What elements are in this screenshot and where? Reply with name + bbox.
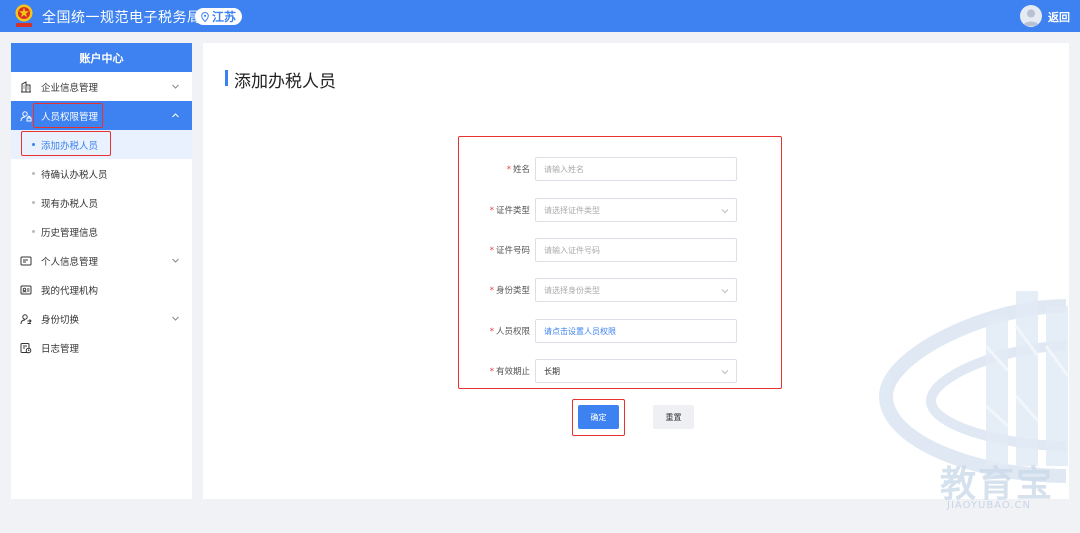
building-icon: [21, 81, 31, 93]
form-row-id-type: * 证件类型 请选择证件类型: [458, 198, 738, 222]
id-type-label-text: 证件类型: [495, 206, 530, 216]
sidebar-item-identity-switch[interactable]: 身份切换: [11, 304, 192, 333]
sidebar-subitem-label: 添加办税人员: [41, 140, 99, 152]
permission-setter[interactable]: 请点击设置人员权限: [535, 319, 737, 343]
expiry-label-text: 有效期止: [495, 367, 530, 377]
required-mark: *: [506, 165, 511, 175]
form-row-identity-type: * 身份类型 请选择身份类型: [458, 278, 738, 302]
watermark-domain: JIAOYUBAO.CN: [947, 500, 1031, 511]
form-row-permission: * 人员权限 请点击设置人员权限: [458, 319, 738, 343]
sidebar-subitem-current-tax-staff[interactable]: 现有办税人员: [11, 188, 192, 217]
required-mark: *: [489, 286, 494, 296]
name-input[interactable]: 请输入姓名: [535, 157, 737, 181]
location-pin-icon: [201, 11, 209, 22]
bullet-dot: [32, 201, 35, 204]
required-mark: *: [489, 246, 494, 256]
sidebar-subitem-history[interactable]: 历史管理信息: [11, 217, 192, 246]
page-title: 添加办税人员: [234, 72, 336, 92]
sidebar-subitem-add-tax-staff[interactable]: 添加办税人员: [11, 130, 192, 159]
required-mark: *: [489, 206, 494, 216]
identity-type-label-text: 身份类型: [495, 286, 530, 296]
sidebar-subitem-label: 待确认办税人员: [41, 169, 108, 181]
bullet-dot: [32, 172, 35, 175]
required-mark: *: [489, 367, 494, 377]
id-number-input[interactable]: 请输入证件号码: [535, 238, 737, 262]
identity-type-select[interactable]: 请选择身份类型: [535, 278, 737, 302]
chevron-down-icon: [721, 370, 729, 375]
name-label-text: 姓名: [512, 165, 530, 175]
user-lock-icon: [20, 111, 32, 122]
chevron-down-icon: [721, 209, 729, 214]
log-icon: [20, 343, 32, 354]
agency-icon: [20, 285, 32, 295]
sidebar-item-enterprise-info[interactable]: 企业信息管理: [11, 72, 192, 101]
id-type-label: * 证件类型: [458, 204, 530, 216]
chevron-up-icon: [172, 113, 179, 118]
bullet-dot: [32, 143, 35, 146]
sidebar-item-label: 日志管理: [41, 343, 80, 355]
expiry-label: * 有效期止: [458, 365, 530, 377]
form-row-expiry: * 有效期止 长期: [458, 359, 738, 383]
expiry-value: 长期: [544, 366, 560, 376]
name-placeholder: 请输入姓名: [544, 164, 584, 174]
region-label: 江苏: [212, 10, 237, 24]
sidebar-item-personnel-permission[interactable]: 人员权限管理: [11, 101, 192, 130]
sidebar-item-label: 企业信息管理: [41, 82, 99, 94]
user-avatar[interactable]: [1020, 5, 1042, 27]
sidebar-item-label: 人员权限管理: [41, 111, 99, 123]
permission-link-text: 请点击设置人员权限: [544, 326, 616, 336]
name-label: * 姓名: [458, 163, 530, 175]
top-header: 全国统一规范电子税务局 江苏 返回: [0, 0, 1080, 32]
switch-icon: [20, 314, 32, 325]
permission-label: * 人员权限: [458, 325, 530, 337]
sidebar-title: 账户中心: [11, 43, 192, 72]
identity-type-placeholder: 请选择身份类型: [544, 285, 600, 295]
form-row-id-number: * 证件号码 请输入证件号码: [458, 238, 738, 262]
id-number-label: * 证件号码: [458, 244, 530, 256]
sidebar-item-label: 个人信息管理: [41, 256, 99, 268]
sidebar-item-agency[interactable]: 我的代理机构: [11, 275, 192, 304]
confirm-button[interactable]: 确定: [578, 405, 619, 429]
sidebar-subitem-label: 历史管理信息: [41, 227, 99, 239]
sidebar-subitem-pending-tax-staff[interactable]: 待确认办税人员: [11, 159, 192, 188]
id-number-placeholder: 请输入证件号码: [544, 245, 600, 255]
id-type-placeholder: 请选择证件类型: [544, 205, 600, 215]
sidebar-item-log[interactable]: 日志管理: [11, 333, 192, 362]
national-emblem-icon: [15, 4, 33, 27]
expiry-select[interactable]: 长期: [535, 359, 737, 383]
title-accent-bar: [225, 70, 228, 86]
id-card-icon: [20, 256, 32, 266]
sidebar-item-label: 身份切换: [41, 314, 80, 326]
chevron-down-icon: [172, 258, 179, 263]
permission-label-text: 人员权限: [495, 327, 530, 337]
form-row-name: * 姓名 请输入姓名: [458, 157, 738, 181]
back-link[interactable]: 返回: [1048, 9, 1070, 25]
chevron-down-icon: [172, 316, 179, 321]
chevron-down-icon: [172, 84, 179, 89]
sidebar-item-personal-info[interactable]: 个人信息管理: [11, 246, 192, 275]
sidebar-item-label: 我的代理机构: [41, 285, 99, 297]
region-selector[interactable]: 江苏: [195, 8, 243, 25]
app-title: 全国统一规范电子税务局: [42, 10, 202, 26]
sidebar-subitem-label: 现有办税人员: [41, 198, 99, 210]
sidebar: 账户中心 企业信息管理 人员权限管理 添加办税人员 待确认办税人员 现有办税人员…: [11, 43, 192, 499]
reset-button[interactable]: 重置: [653, 405, 694, 429]
chevron-down-icon: [721, 289, 729, 294]
id-number-label-text: 证件号码: [495, 246, 530, 256]
bullet-dot: [32, 230, 35, 233]
user-icon: [1023, 9, 1039, 26]
required-mark: *: [489, 327, 494, 337]
id-type-select[interactable]: 请选择证件类型: [535, 198, 737, 222]
identity-type-label: * 身份类型: [458, 284, 530, 296]
